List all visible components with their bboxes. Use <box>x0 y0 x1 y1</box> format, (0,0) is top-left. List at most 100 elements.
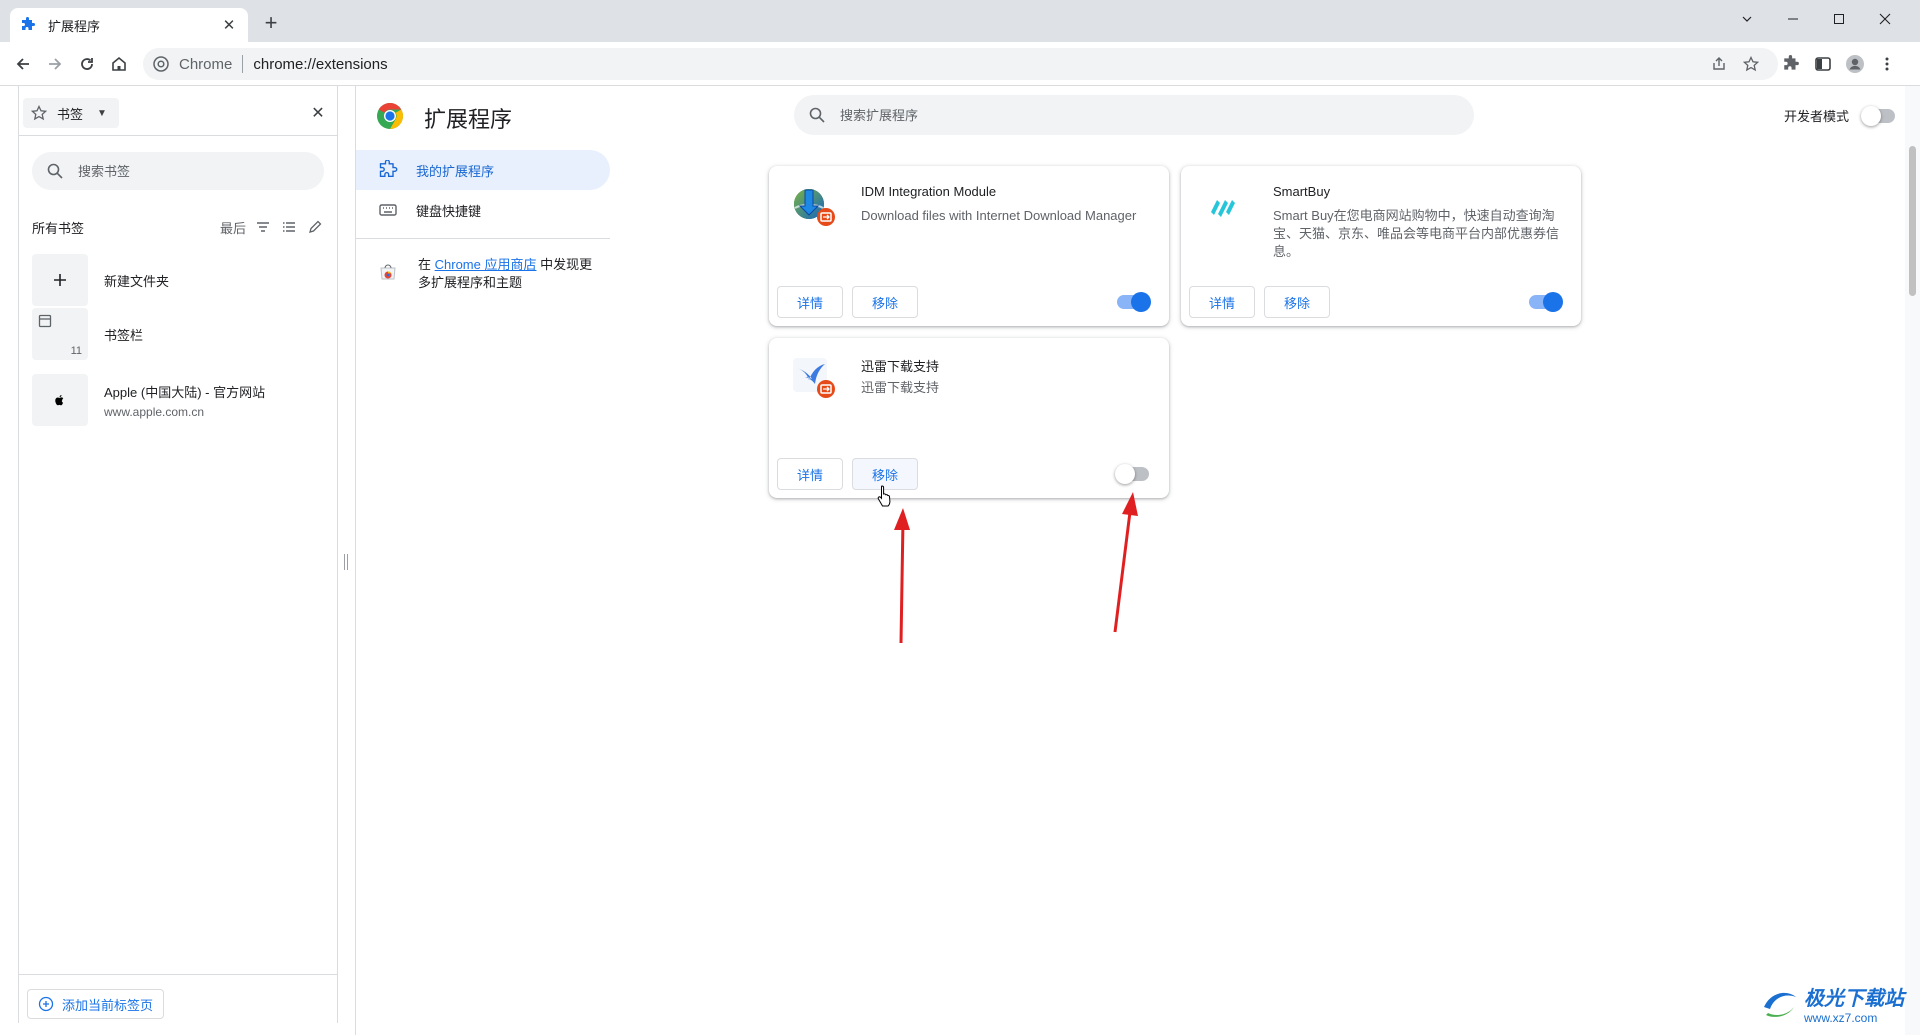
side-panel-selector[interactable]: 书签 ▼ <box>23 98 119 128</box>
arrow-right-icon <box>49 58 62 70</box>
tab-title: 扩展程序 <box>48 18 101 34</box>
bookmark-count: 11 <box>70 345 82 357</box>
side-panel-footer: 添加当前标签页 <box>19 974 337 1023</box>
list-view-icon[interactable] <box>280 218 298 236</box>
extension-card-xunlei: 迅雷下载支持 迅雷下载支持 详情 移除 <box>769 338 1169 498</box>
side-panel-button[interactable] <box>1810 51 1836 77</box>
watermark-url: www.xz7.com <box>1804 1011 1878 1025</box>
add-circle-icon <box>38 996 54 1012</box>
tab-search-button[interactable] <box>1724 4 1770 34</box>
side-panel-header: 书签 ▼ ✕ <box>19 86 337 136</box>
search-icon <box>46 162 64 180</box>
reload-button[interactable] <box>74 51 100 77</box>
add-current-tab-button[interactable]: 添加当前标签页 <box>27 989 165 1019</box>
scrollbar-thumb[interactable] <box>1909 146 1916 296</box>
minimize-button[interactable] <box>1770 4 1816 34</box>
enable-toggle[interactable] <box>1529 292 1563 312</box>
sort-button[interactable]: 最后 <box>220 218 272 237</box>
details-button[interactable]: 详情 <box>777 286 843 318</box>
extension-name: 迅雷下载支持 <box>861 359 940 374</box>
edit-pencil-icon[interactable] <box>306 218 324 236</box>
nav-my-extensions[interactable]: 我的扩展程序 <box>356 150 610 190</box>
filter-icon <box>254 218 272 236</box>
enable-toggle[interactable] <box>1115 464 1149 484</box>
keyboard-icon <box>378 200 398 220</box>
home-icon <box>112 56 126 71</box>
forward-button[interactable] <box>42 51 68 77</box>
bookmarks-search-input[interactable] <box>78 163 298 179</box>
reload-icon <box>81 58 93 70</box>
nav-divider <box>356 238 610 239</box>
extension-card-smartbuy: SmartBuy Smart Buy在您电商网站购物中，快速自动查询淘宝、天猫、… <box>1181 166 1581 326</box>
details-button[interactable]: 详情 <box>777 458 843 490</box>
extensions-page: 扩展程序 开发者模式 我的扩展程序 键盘快捷键 在 Chrome 应用商店 中发… <box>355 86 1910 1035</box>
puzzle-icon <box>20 17 36 33</box>
smartbuy-icon <box>1201 182 1249 230</box>
extension-description: Smart Buy在您电商网站购物中，快速自动查询淘宝、天猫、京东、唯品会等电商… <box>1273 208 1560 259</box>
bookmark-star-button[interactable] <box>1738 51 1764 77</box>
close-icon <box>1879 13 1891 25</box>
idm-icon <box>789 182 837 230</box>
extension-description: Download files with Internet Download Ma… <box>861 208 1137 223</box>
plus-icon <box>32 254 88 306</box>
add-current-tab-label: 添加当前标签页 <box>62 997 154 1013</box>
web-store-promo: 在 Chrome 应用商店 中发现更多扩展程序和主题 <box>378 256 604 292</box>
new-tab-button[interactable]: + <box>260 12 282 35</box>
address-bar[interactable]: Chrome chrome://extensions <box>143 48 1778 80</box>
sort-label: 最后 <box>219 220 246 236</box>
chrome-logo-icon <box>376 102 404 130</box>
tab-extensions[interactable]: 扩展程序 ✕ <box>10 8 248 42</box>
more-vert-icon <box>1885 57 1889 71</box>
page-scrollbar[interactable] <box>1905 86 1920 1035</box>
extension-card-idm: IDM Integration Module Download files wi… <box>769 166 1169 326</box>
home-button[interactable] <box>106 51 132 77</box>
details-button[interactable]: 详情 <box>1189 286 1255 318</box>
extensions-search[interactable] <box>794 95 1474 135</box>
watermark-brand: 极光下载站 <box>1804 988 1904 1010</box>
enable-toggle[interactable] <box>1117 292 1151 312</box>
tab-close-icon[interactable]: ✕ <box>220 16 238 34</box>
all-bookmarks-header: 所有书签 最后 <box>32 216 324 238</box>
url-text: chrome://extensions <box>253 55 388 73</box>
title-bar: 扩展程序 ✕ + <box>0 0 1920 42</box>
maximize-button[interactable] <box>1816 4 1862 34</box>
nav-keyboard-shortcuts[interactable]: 键盘快捷键 <box>356 190 610 230</box>
remove-button[interactable]: 移除 <box>1264 286 1330 318</box>
watermark: 极光下载站 www.xz7.com <box>1760 982 1904 1025</box>
omnibox-separator <box>242 55 244 73</box>
extension-name: IDM Integration Module <box>861 184 997 199</box>
extensions-button[interactable] <box>1778 51 1804 77</box>
side-panel-icon <box>1815 57 1831 71</box>
side-panel-selector-label: 书签 <box>57 106 84 122</box>
avatar-icon <box>1846 55 1864 73</box>
side-panel-resize-handle[interactable] <box>344 554 348 570</box>
share-button[interactable] <box>1706 51 1732 77</box>
bookmarks-side-panel: 书签 ▼ ✕ 所有书签 最后 新建文件夹 <box>18 86 338 1023</box>
nav-my-extensions-label: 我的扩展程序 <box>416 163 495 179</box>
apple-logo-icon <box>32 374 88 426</box>
extensions-search-input[interactable] <box>840 107 1440 123</box>
developer-mode-toggle[interactable] <box>1861 105 1896 126</box>
remove-button[interactable]: 移除 <box>852 286 918 318</box>
back-button[interactable] <box>10 51 36 77</box>
page-title: 扩展程序 <box>424 107 513 132</box>
developer-mode: 开发者模式 <box>1784 105 1896 126</box>
web-store-icon <box>378 262 398 282</box>
web-store-link[interactable]: Chrome 应用商店 <box>435 257 537 272</box>
minimize-icon <box>1788 18 1798 20</box>
close-window-button[interactable] <box>1862 4 1908 34</box>
mouse-cursor-icon <box>876 484 894 508</box>
bookmark-item-bookmarks-bar[interactable]: 11 书签栏 <box>32 308 324 360</box>
bookmark-title: 书签栏 <box>104 327 144 343</box>
menu-button[interactable] <box>1874 51 1900 77</box>
watermark-logo-icon <box>1764 992 1796 1017</box>
bookmarks-search[interactable] <box>32 152 324 190</box>
close-side-panel-icon[interactable]: ✕ <box>309 104 327 122</box>
caret-down-icon: ▼ <box>97 107 107 119</box>
profile-button[interactable] <box>1842 51 1868 77</box>
bookmark-title: Apple (中国大陆) - 官方网站 <box>104 384 266 400</box>
bookmark-item-new-folder[interactable]: 新建文件夹 <box>32 254 324 306</box>
folder-thumb: 11 <box>32 308 88 360</box>
bookmark-item-apple[interactable]: Apple (中国大陆) - 官方网站 www.apple.com.cn <box>32 374 324 426</box>
share-icon <box>1713 57 1725 70</box>
